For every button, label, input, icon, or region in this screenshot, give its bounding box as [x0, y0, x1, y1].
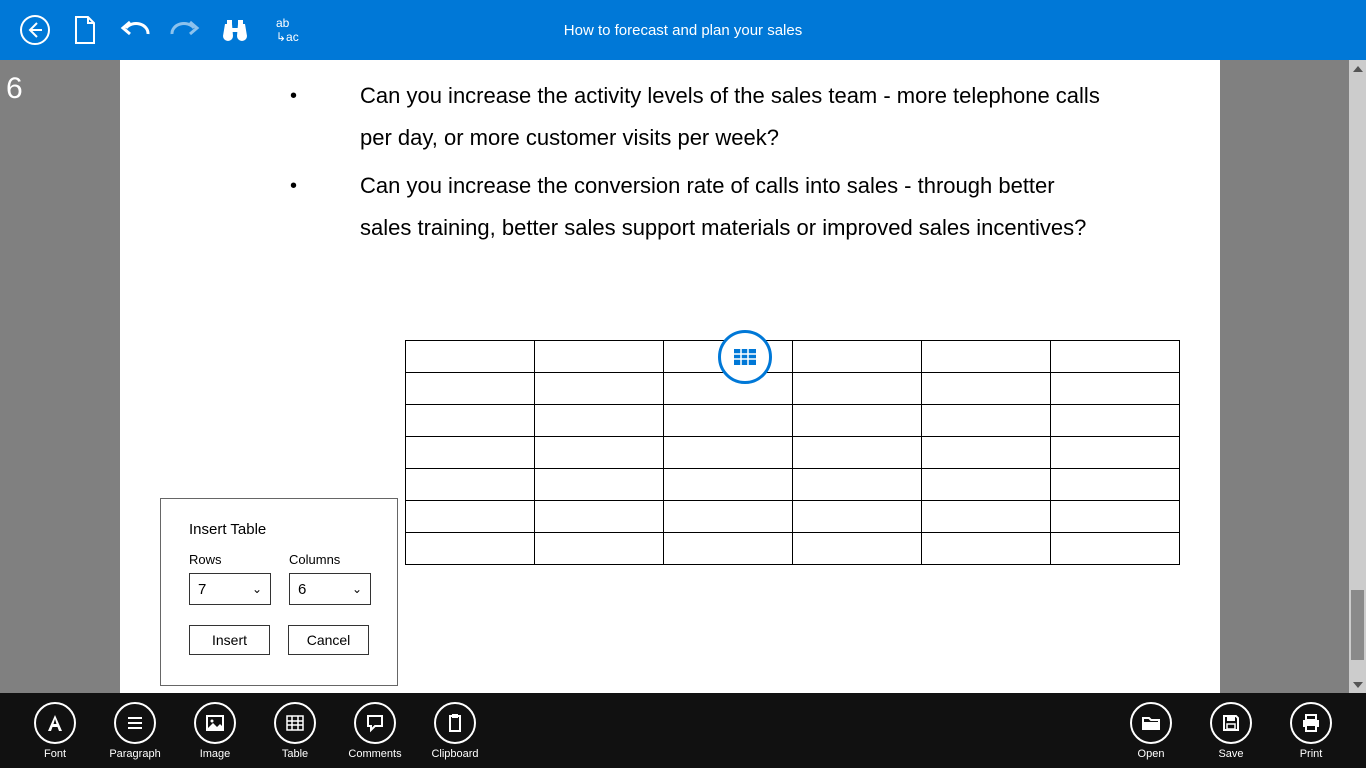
table-label: Table	[282, 748, 308, 760]
rows-value: 7	[198, 581, 206, 598]
page-icon	[73, 15, 97, 45]
redo-button[interactable]	[160, 0, 210, 60]
undo-button[interactable]	[110, 0, 160, 60]
clipboard-button[interactable]: Clipboard	[415, 702, 495, 760]
chevron-up-icon	[1353, 66, 1363, 72]
chevron-down-icon: ⌄	[252, 582, 262, 596]
save-icon	[1221, 713, 1241, 733]
table-handle[interactable]	[718, 330, 772, 384]
table-icon	[285, 713, 305, 733]
paragraph-button[interactable]: Paragraph	[95, 702, 175, 760]
cancel-button[interactable]: Cancel	[288, 625, 369, 655]
clipboard-icon	[445, 713, 465, 733]
findrepl-line2: ↳ac	[276, 30, 299, 44]
font-icon	[45, 713, 65, 733]
image-icon	[205, 713, 225, 733]
comments-icon	[365, 713, 385, 733]
columns-value: 6	[298, 581, 306, 598]
print-icon	[1301, 713, 1321, 733]
top-toolbar: ab ↳ac How to forecast and plan your sal…	[0, 0, 1366, 60]
font-label: Font	[44, 748, 66, 760]
open-label: Open	[1138, 748, 1165, 760]
insert-button[interactable]: Insert	[189, 625, 270, 655]
print-button[interactable]: Print	[1271, 702, 1351, 760]
table-icon	[734, 349, 756, 365]
columns-select[interactable]: 6 ⌄	[289, 573, 371, 605]
chevron-down-icon	[1353, 682, 1363, 688]
redo-icon	[168, 18, 202, 42]
inserted-table[interactable]	[405, 340, 1180, 565]
back-button[interactable]	[10, 0, 60, 60]
scroll-down-button[interactable]	[1349, 676, 1366, 693]
back-arrow-icon	[19, 14, 51, 46]
scroll-thumb[interactable]	[1351, 590, 1364, 660]
comments-button[interactable]: Comments	[335, 702, 415, 760]
table-button[interactable]: Table	[255, 702, 335, 760]
page-number: 6	[6, 72, 23, 106]
bullet-list: Can you increase the activity levels of …	[290, 75, 1110, 249]
rows-label: Rows	[189, 552, 271, 567]
undo-icon	[118, 18, 152, 42]
columns-label: Columns	[289, 552, 371, 567]
popover-title: Insert Table	[189, 521, 369, 538]
open-icon	[1141, 713, 1161, 733]
vertical-scrollbar[interactable]	[1349, 60, 1366, 693]
find-button[interactable]	[210, 0, 260, 60]
binoculars-icon	[220, 16, 250, 44]
print-label: Print	[1300, 748, 1323, 760]
clipboard-label: Clipboard	[431, 748, 478, 760]
rows-select[interactable]: 7 ⌄	[189, 573, 271, 605]
image-label: Image	[200, 748, 231, 760]
find-replace-button[interactable]: ab ↳ac	[270, 10, 305, 50]
font-button[interactable]: Font	[15, 702, 95, 760]
image-button[interactable]: Image	[175, 702, 255, 760]
scroll-up-button[interactable]	[1349, 60, 1366, 77]
paragraph-label: Paragraph	[109, 748, 160, 760]
save-button[interactable]: Save	[1191, 702, 1271, 760]
comments-label: Comments	[348, 748, 401, 760]
open-button[interactable]: Open	[1111, 702, 1191, 760]
bullet-item[interactable]: Can you increase the conversion rate of …	[290, 165, 1110, 249]
chevron-down-icon: ⌄	[352, 582, 362, 596]
new-doc-button[interactable]	[60, 0, 110, 60]
paragraph-icon	[125, 713, 145, 733]
save-label: Save	[1218, 748, 1243, 760]
findrepl-line1: ab	[276, 16, 299, 30]
bottom-appbar: Font Paragraph Image Table Comments Clip…	[0, 693, 1366, 768]
insert-table-popover: Insert Table Rows 7 ⌄ Columns 6 ⌄ Insert…	[160, 498, 398, 686]
bullet-item[interactable]: Can you increase the activity levels of …	[290, 75, 1110, 159]
